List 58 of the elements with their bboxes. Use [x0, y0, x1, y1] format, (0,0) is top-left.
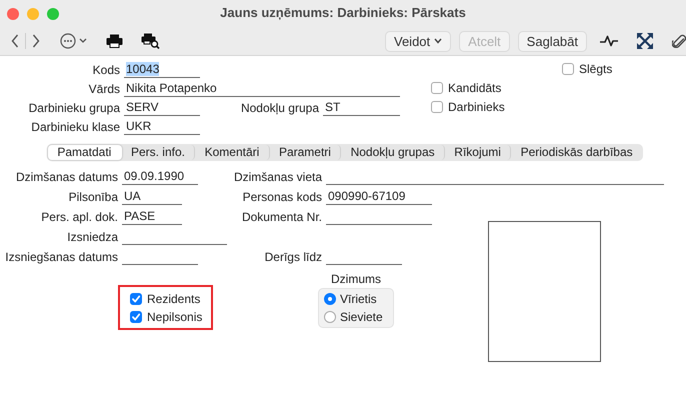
field-label: Personas kods: [242, 190, 323, 205]
expand-icon[interactable]: [637, 33, 653, 49]
radio-button[interactable]: [324, 293, 336, 305]
field-label: Dzimšanas vieta: [232, 170, 323, 185]
checkbox[interactable]: [130, 292, 142, 304]
tab[interactable]: Periodiskās darbības: [511, 145, 642, 160]
toolbar-button[interactable]: Veidot: [385, 30, 452, 52]
more-icon[interactable]: [60, 33, 88, 49]
window-title: Jauns uzņēmums: Darbinieks: Pārskats: [220, 5, 466, 20]
text-field[interactable]: 09.09.1990: [122, 169, 198, 185]
printer-icon[interactable]: [106, 34, 123, 48]
field-label: Dzimšanas datums: [14, 170, 119, 185]
back-icon[interactable]: [11, 34, 19, 48]
field-label: Pers. apl. dok.: [40, 210, 119, 225]
tab[interactable]: Komentāri: [195, 145, 270, 160]
field-label: Derīgs līdz: [264, 250, 323, 265]
text-field[interactable]: UA: [122, 189, 182, 205]
group-label: Dzimums: [331, 272, 381, 286]
field-label: Darbinieku klase: [30, 120, 121, 135]
checkbox[interactable]: [431, 82, 443, 94]
text-field[interactable]: 090990-67109: [326, 189, 432, 205]
tab[interactable]: Rīkojumi: [444, 145, 512, 160]
close-window-button[interactable]: [7, 8, 19, 20]
tab[interactable]: Pamatdati: [48, 145, 122, 160]
checkbox-label: Slēgts: [579, 62, 612, 76]
checkbox[interactable]: [130, 310, 142, 322]
forward-icon[interactable]: [32, 34, 40, 48]
field-label: Nodokļu grupa: [240, 101, 320, 116]
toolbar-button[interactable]: Saglabāt: [518, 30, 587, 52]
checkbox-label: Rezidents: [147, 292, 200, 306]
radio-label: Vīrietis: [340, 292, 377, 306]
tab[interactable]: Nodokļu grupas: [341, 145, 445, 160]
field-label: Kods: [92, 63, 121, 78]
activity-icon[interactable]: [600, 35, 618, 47]
field-label: Darbinieku grupa: [28, 101, 121, 116]
checkbox[interactable]: [562, 62, 574, 74]
field-label: Dokumenta Nr.: [240, 210, 323, 225]
checkbox-label: Kandidāts: [448, 80, 502, 94]
tab[interactable]: Parametri: [270, 145, 342, 160]
field-label: Pilsonība: [68, 190, 119, 205]
caret-icon: [434, 38, 442, 44]
paperclip-icon[interactable]: [672, 32, 686, 50]
text-field[interactable]: PASE: [122, 209, 182, 225]
radio-label: Sieviete: [340, 310, 383, 324]
field-label: Izsniegšanas datums: [4, 250, 119, 265]
text-field[interactable]: 10043: [124, 62, 200, 78]
checkbox[interactable]: [431, 100, 443, 112]
checkbox-label: Nepilsonis: [147, 310, 202, 324]
text-field[interactable]: SERV: [124, 100, 200, 116]
radio-button[interactable]: [324, 311, 336, 323]
text-field[interactable]: ST: [323, 100, 400, 116]
text-field[interactable]: Nikita Potapenko: [124, 81, 400, 97]
field-label: Izsniedza: [66, 230, 119, 245]
print-preview-icon[interactable]: [141, 33, 160, 49]
checkbox-label: Darbinieks: [448, 100, 505, 114]
tab[interactable]: Pers. info.: [122, 145, 196, 160]
field-label: Vārds: [88, 82, 121, 97]
text-field[interactable]: UKR: [124, 119, 200, 135]
